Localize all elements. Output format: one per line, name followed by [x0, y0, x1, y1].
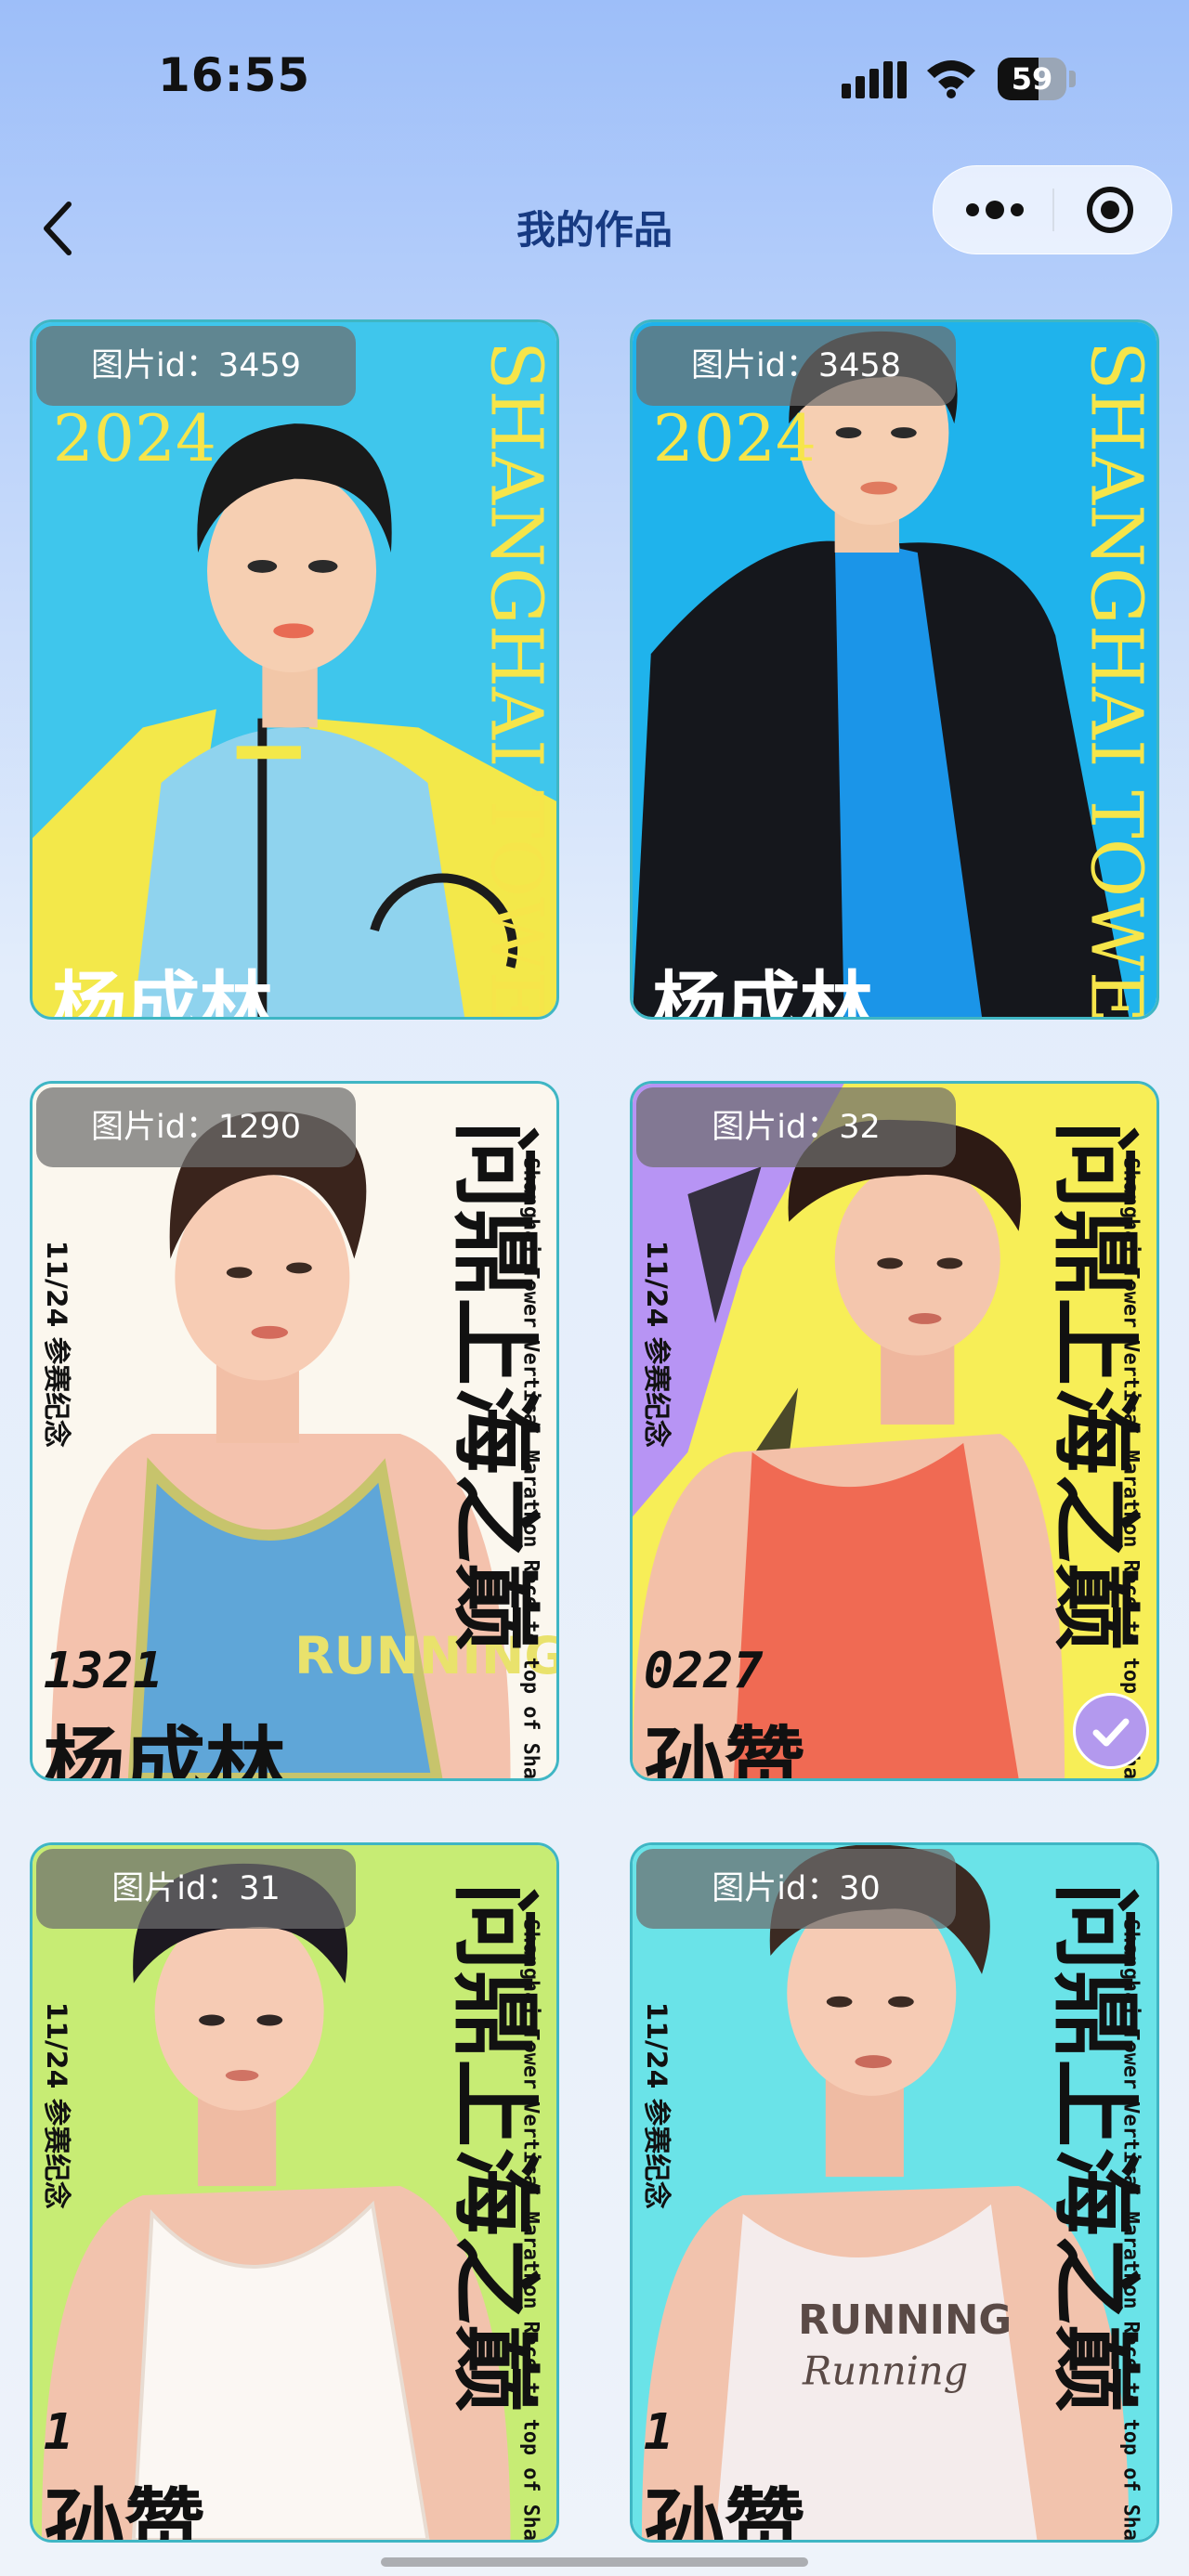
- svg-text:SHANGHAI TOWER: SHANGHAI TOWER: [475, 341, 556, 1017]
- poster-side-text: Shanghai Tower Vertical Marathon Race to…: [518, 1919, 542, 2540]
- poster-name: 杨成林: [53, 963, 273, 1017]
- poster-image: SHANGHAI TOWER 2024 杨成林: [33, 322, 556, 1017]
- poster-side-text: Shanghai Tower Vertical Marathon Race to…: [1118, 1157, 1142, 1778]
- poster-image: RUNNING 问鼎上海之巅 Shanghai Tower Vertical M…: [33, 1084, 556, 1778]
- poster-date: 11/24 参赛纪念: [40, 1241, 72, 1448]
- target-circle-icon: [1087, 187, 1133, 233]
- work-card[interactable]: 问鼎上海之巅 Shanghai Tower Vertical Marathon …: [30, 1842, 559, 2543]
- poster-image: RUNNING Running 问鼎上海之巅 Shanghai Tower Ve…: [633, 1845, 1156, 2540]
- work-card[interactable]: SHANGHAI TOWER 2024 杨成林 图片id：3458: [630, 319, 1159, 1020]
- poster-name: 孙赞: [644, 1718, 805, 1778]
- poster-image: 问鼎上海之巅 Shanghai Tower Vertical Marathon …: [33, 1845, 556, 2540]
- close-miniprogram-button[interactable]: [1054, 166, 1171, 254]
- poster-year: 2024: [53, 402, 216, 476]
- poster-image: SHANGHAI TOWER 2024 杨成林: [633, 322, 1156, 1017]
- status-time: 16:55: [158, 48, 311, 102]
- svg-text:SHANGHAI TOWER: SHANGHAI TOWER: [1075, 341, 1156, 1017]
- mini-program-capsule: [933, 165, 1172, 254]
- poster-number: 1: [644, 2402, 673, 2461]
- shirt-text: RUNNING: [798, 2297, 1012, 2344]
- image-id-badge: 图片id：30: [636, 1849, 956, 1929]
- poster-year: 2024: [653, 402, 817, 476]
- poster-side-text: Shanghai Tower Vertical Marathon Race to…: [518, 1157, 542, 1778]
- scroll-indicator[interactable]: [381, 2557, 808, 2567]
- selected-check-icon[interactable]: [1073, 1693, 1149, 1769]
- poster-date: 11/24 参赛纪念: [640, 1241, 673, 1448]
- poster-brand-text: SHANGHAI TOWER: [1075, 341, 1156, 1017]
- poster-brand-text: SHANGHAI TOWER: [475, 341, 556, 1017]
- image-id-badge: 图片id：3459: [36, 326, 356, 406]
- poster-name: 杨成林: [44, 1718, 286, 1778]
- poster-date: 11/24 参赛纪念: [40, 2002, 72, 2209]
- poster-number: 1: [44, 2402, 73, 2461]
- shirt-script-text: Running: [802, 2348, 968, 2393]
- poster-date: 11/24 参赛纪念: [640, 2002, 673, 2209]
- poster-number: 0227: [644, 1641, 764, 1699]
- work-card[interactable]: RUNNING 问鼎上海之巅 Shanghai Tower Vertical M…: [30, 1081, 559, 1781]
- image-id-badge: 图片id：3458: [636, 326, 956, 406]
- more-dots-icon: [966, 201, 1024, 219]
- battery-indicator: 59: [998, 58, 1078, 100]
- poster-name: 孙赞: [44, 2479, 205, 2540]
- work-card[interactable]: 问鼎上海之巅 Shanghai Tower Vertical Marathon …: [630, 1081, 1159, 1781]
- status-bar: 16:55 59: [0, 0, 1189, 149]
- image-id-badge: 图片id：31: [36, 1849, 356, 1929]
- battery-level: 59: [1011, 61, 1053, 97]
- image-id-badge: 图片id：32: [636, 1087, 956, 1167]
- poster-image: 问鼎上海之巅 Shanghai Tower Vertical Marathon …: [633, 1084, 1156, 1778]
- work-card[interactable]: SHANGHAI TOWER 2024 杨成林 图片id：3459: [30, 319, 559, 1020]
- signal-icon: [842, 61, 907, 98]
- work-card[interactable]: RUNNING Running 问鼎上海之巅 Shanghai Tower Ve…: [630, 1842, 1159, 2543]
- poster-side-text: Shanghai Tower Vertical Marathon Race to…: [1118, 1919, 1142, 2540]
- poster-name: 杨成林: [653, 963, 873, 1017]
- image-id-badge: 图片id：1290: [36, 1087, 356, 1167]
- poster-number: 1321: [44, 1641, 163, 1699]
- more-button[interactable]: [934, 166, 1052, 254]
- poster-name: 孙赞: [644, 2479, 805, 2540]
- wifi-icon: [927, 60, 975, 98]
